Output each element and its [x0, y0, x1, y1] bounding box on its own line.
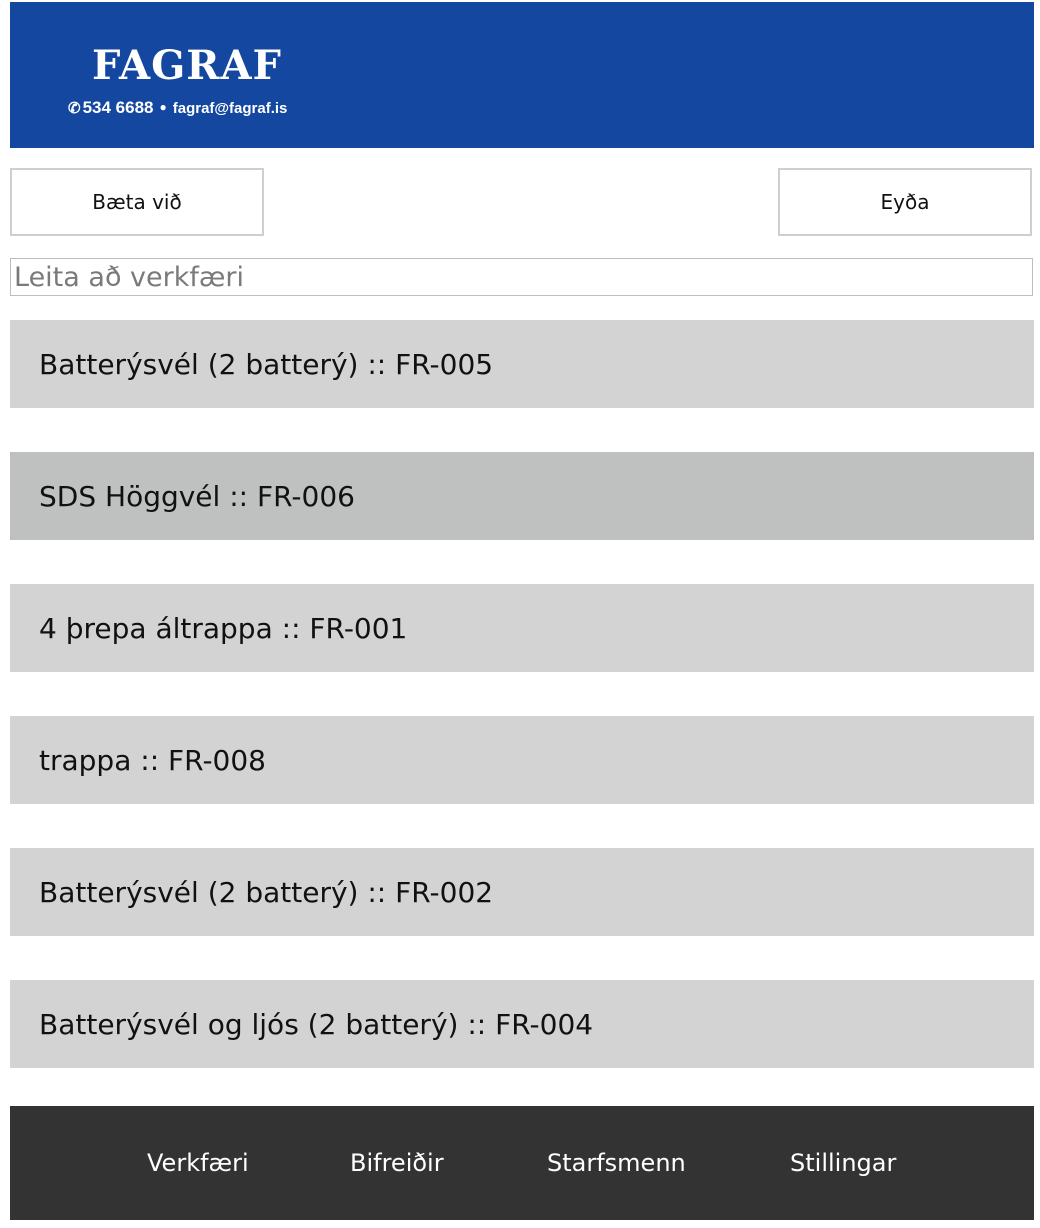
tool-list: Batterýsvél (2 batterý) :: FR-005 SDS Hö…: [10, 320, 1034, 1112]
logo-text: FAGRAF: [92, 42, 282, 89]
page: FAGRAF ✆ 534 6688 ● fagraf@fagraf.is Bæta v…: [0, 0, 1040, 1228]
list-item[interactable]: SDS Höggvél :: FR-006: [10, 452, 1034, 540]
email-address: fagraf@fagraf.is: [172, 100, 288, 117]
phone-icon: ✆: [68, 100, 81, 117]
nav-item-settings[interactable]: Stillingar: [790, 1106, 896, 1220]
search-input[interactable]: [10, 258, 1033, 296]
nav-item-tools[interactable]: Verkfæri: [147, 1106, 249, 1220]
add-button[interactable]: Bæta við: [10, 168, 264, 236]
nav-item-vehicles[interactable]: Bifreiðir: [350, 1106, 444, 1220]
list-item[interactable]: Batterýsvél (2 batterý) :: FR-005: [10, 320, 1034, 408]
separator-dot: ●: [159, 100, 167, 114]
logo[interactable]: FAGRAF ✆ 534 6688 ● fagraf@fagraf.is: [68, 44, 328, 124]
list-item[interactable]: Batterýsvél (2 batterý) :: FR-002: [10, 848, 1034, 936]
header-banner: FAGRAF ✆ 534 6688 ● fagraf@fagraf.is: [10, 2, 1034, 148]
delete-button[interactable]: Eyða: [778, 168, 1032, 236]
contact-info: ✆ 534 6688 ● fagraf@fagraf.is: [68, 96, 287, 120]
nav-item-staff[interactable]: Starfsmenn: [547, 1106, 686, 1220]
list-item[interactable]: Batterýsvél og ljós (2 batterý) :: FR-00…: [10, 980, 1034, 1068]
bottom-nav: Verkfæri Bifreiðir Starfsmenn Stillingar: [10, 1106, 1034, 1220]
phone-number: 534 6688: [82, 98, 154, 117]
list-item[interactable]: 4 þrepa áltrappa :: FR-001: [10, 584, 1034, 672]
list-item[interactable]: trappa :: FR-008: [10, 716, 1034, 804]
